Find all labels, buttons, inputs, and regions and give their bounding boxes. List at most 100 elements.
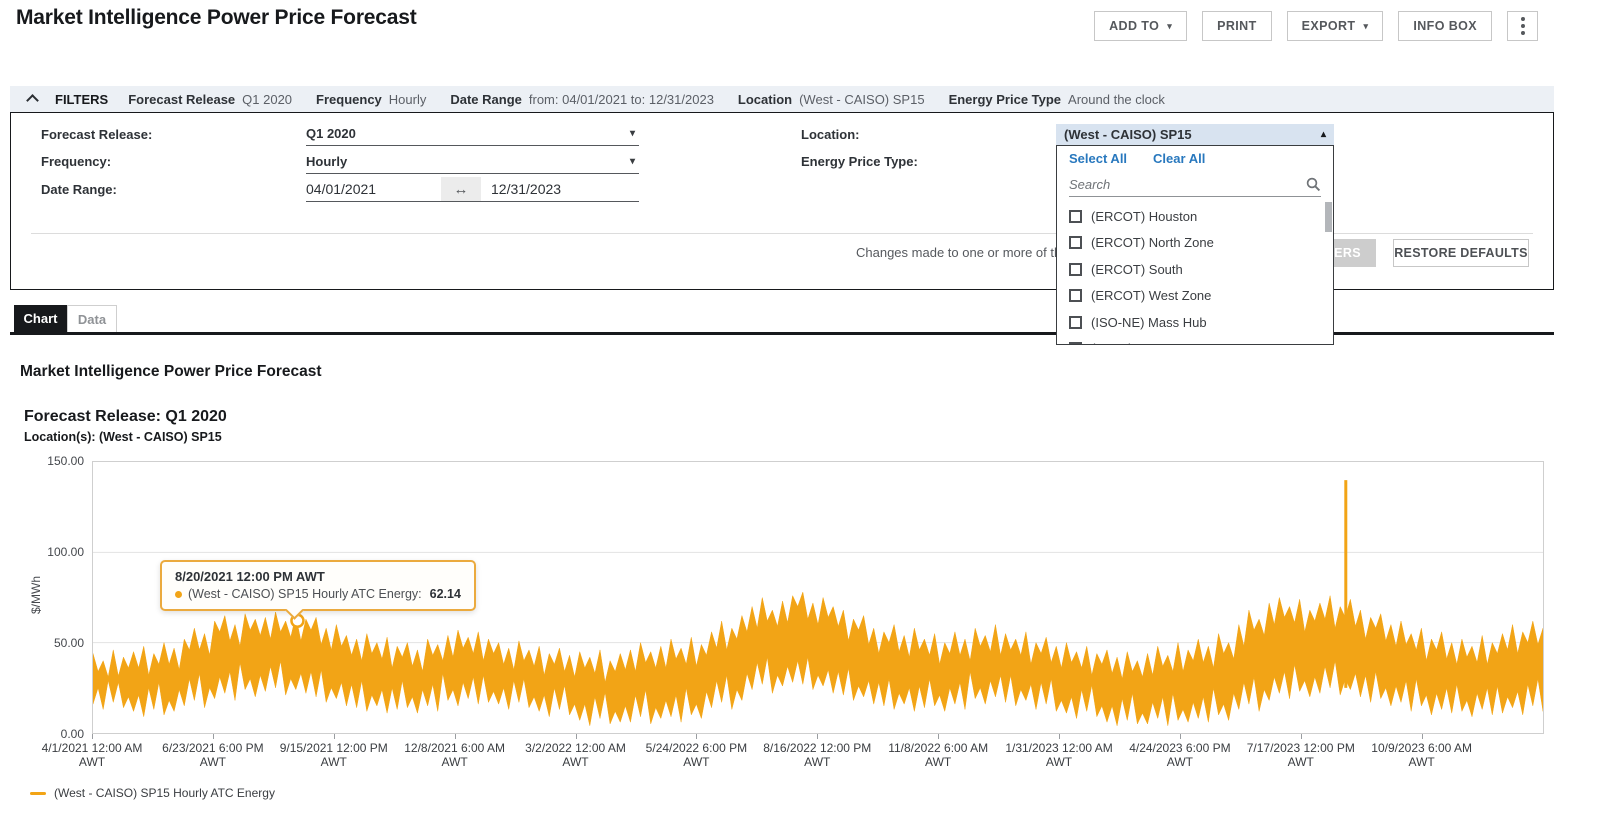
export-button[interactable]: EXPORT ▾ [1286, 11, 1384, 41]
checkbox-icon[interactable] [1069, 315, 1082, 329]
legend-dash-icon [30, 791, 46, 795]
x-tick-mark [1179, 734, 1181, 739]
x-tick-label: 10/9/2023 6:00 AM AWT [1371, 741, 1473, 769]
location-option-label: (ERCOT) North Zone [1091, 235, 1214, 251]
x-tick-label: 5/24/2022 6:00 PM AWT [645, 741, 748, 769]
chevron-up-icon[interactable] [26, 94, 39, 107]
chevron-down-icon: ▾ [629, 155, 635, 167]
search-icon [1306, 177, 1321, 191]
checkbox-icon[interactable] [1069, 289, 1082, 303]
x-tick-mark [454, 734, 456, 739]
legend-item[interactable]: (West - CAISO) SP15 Hourly ATC Energy [30, 786, 275, 800]
x-tick-label: 4/24/2023 6:00 PM AWT [1129, 741, 1231, 769]
add-to-button[interactable]: ADD TO ▾ [1094, 11, 1188, 41]
forecast-release-select[interactable]: Q1 2020 ▾ [306, 121, 639, 146]
location-option-label: (ERCOT) South [1091, 261, 1183, 277]
checkbox-icon[interactable] [1069, 236, 1082, 250]
chart-locations: Location(s): (West - CAISO) SP15 [24, 430, 222, 444]
location-search [1069, 172, 1321, 197]
chevron-down-icon: ▾ [629, 127, 635, 139]
chart-forecast-release: Forecast Release: Q1 2020 [24, 408, 227, 425]
x-tick-mark [817, 734, 819, 739]
chevron-down-icon: ▾ [1167, 20, 1173, 31]
x-tick-label: 6/23/2021 6:00 PM AWT [162, 741, 264, 769]
tab-chart[interactable]: Chart [14, 305, 67, 332]
date-to-input[interactable]: 12/31/2023 [481, 177, 639, 202]
location-label: Location: [801, 127, 860, 142]
tooltip-series-label: (West - CAISO) SP15 Hourly ATC Energy: [188, 587, 422, 601]
checkbox-icon[interactable] [1069, 342, 1082, 344]
date-swap-icon[interactable]: ↔ [441, 177, 481, 202]
tooltip-value: 62.14 [429, 587, 461, 601]
x-tick-mark [92, 734, 93, 739]
location-search-input[interactable] [1069, 176, 1289, 192]
x-tick-mark [938, 734, 940, 739]
x-tick-mark [575, 734, 577, 739]
location-dropdown-panel: Select All Clear All (ERCOT) Houston(ERC… [1056, 145, 1334, 345]
filters-summary-bar[interactable]: FILTERS Forecast Release Q1 2020 Frequenc… [10, 86, 1554, 112]
filters-summary: Forecast Release Q1 2020 Frequency Hourly … [128, 91, 1165, 107]
x-tick-mark [212, 734, 214, 739]
unapplied-changes-note: Changes made to one or more of the [856, 245, 1069, 260]
series-dot-icon [175, 590, 182, 598]
chart-tooltip: 8/20/2021 12:00 PM AWT (West - CAISO) SP… [160, 560, 476, 620]
location-options-list: (ERCOT) Houston (ERCOT) North Zone (ERCOT)… [1057, 197, 1333, 344]
x-tick-mark [333, 734, 335, 739]
clear-all-link[interactable]: Clear All [1153, 151, 1205, 166]
x-tick-mark [1059, 734, 1061, 739]
x-tick-label: 3/2/2022 12:00 AM AWT [525, 741, 626, 769]
date-range-label: Date Range: [41, 182, 117, 197]
x-tick-mark [1421, 734, 1423, 739]
select-all-link[interactable]: Select All [1069, 151, 1127, 166]
filters-title: FILTERS [55, 91, 109, 107]
location-option-label: (ERCOT) West Zone [1091, 288, 1212, 304]
x-tick-mark [1300, 734, 1302, 739]
page: Market Intelligence Power Price Forecast… [0, 0, 1600, 836]
location-option[interactable]: (ERCOT) West Zone [1057, 283, 1333, 310]
location-option[interactable]: (ERCOT) North Zone [1057, 230, 1333, 257]
frequency-label: Frequency: [41, 154, 112, 169]
checkbox-icon[interactable] [1069, 209, 1082, 223]
x-tick-label: 12/8/2021 6:00 AM AWT [404, 741, 505, 769]
location-option-label: (MISO) ARKANSAS.HUB [1091, 341, 1238, 344]
x-tick-mark [696, 734, 698, 739]
filters-panel: Forecast Release: Q1 2020 ▾ Frequency: H… [10, 112, 1554, 345]
y-axis-title: $/MWh [29, 576, 43, 615]
more-options-button[interactable] [1507, 11, 1538, 41]
location-option[interactable]: (ERCOT) Houston [1057, 203, 1333, 230]
chevron-down-icon: ▾ [1363, 20, 1369, 31]
x-tick-label: 7/17/2023 12:00 PM AWT [1246, 741, 1355, 769]
chevron-up-solid-icon: ▴ [1320, 129, 1326, 140]
x-tick-label: 8/16/2022 12:00 PM AWT [763, 741, 872, 769]
location-select[interactable]: (West - CAISO) SP15 ▴ [1056, 124, 1334, 145]
date-from-input[interactable]: 04/01/2021 [306, 177, 441, 202]
kebab-icon [1520, 17, 1525, 21]
header-toolbar: ADD TO ▾ PRINT EXPORT ▾ INFO BOX [1094, 11, 1538, 41]
tab-data[interactable]: Data [67, 305, 117, 332]
location-option[interactable]: (ERCOT) South [1057, 256, 1333, 283]
x-tick-label: 9/15/2021 12:00 PM AWT [279, 741, 388, 769]
energy-price-type-label: Energy Price Type: [801, 154, 918, 169]
location-option-label: (ERCOT) Houston [1091, 208, 1198, 224]
checkbox-icon[interactable] [1069, 262, 1082, 276]
x-tick-label: 11/8/2022 6:00 AM AWT [888, 741, 989, 769]
info-box-button[interactable]: INFO BOX [1398, 11, 1492, 41]
chart-section-title: Market Intelligence Power Price Forecast [20, 363, 322, 380]
x-tick-label: 4/1/2021 12:00 AM AWT [41, 741, 143, 769]
tooltip-date: 8/20/2021 12:00 PM AWT [175, 569, 325, 584]
forecast-release-label: Forecast Release: [41, 127, 153, 142]
location-option-label: (ISO-NE) Mass Hub [1091, 314, 1207, 330]
print-button[interactable]: PRINT [1202, 11, 1272, 41]
frequency-select[interactable]: Hourly ▾ [306, 149, 639, 174]
page-title: Market Intelligence Power Price Forecast [16, 6, 417, 29]
location-option[interactable]: (ISO-NE) Mass Hub [1057, 309, 1333, 336]
x-tick-label: 1/31/2023 12:00 AM AWT [1005, 741, 1113, 769]
location-option[interactable]: (MISO) ARKANSAS.HUB [1057, 336, 1333, 344]
dropdown-scrollbar[interactable] [1325, 202, 1332, 232]
y-tick-label: 100.00 [47, 545, 84, 559]
y-tick-label: 50.00 [53, 636, 84, 650]
y-tick-label: 150.00 [47, 454, 84, 468]
y-tick-label: 0.00 [60, 727, 84, 741]
legend-label: (West - CAISO) SP15 Hourly ATC Energy [54, 786, 275, 800]
restore-defaults-button[interactable]: RESTORE DEFAULTS [1393, 239, 1529, 267]
